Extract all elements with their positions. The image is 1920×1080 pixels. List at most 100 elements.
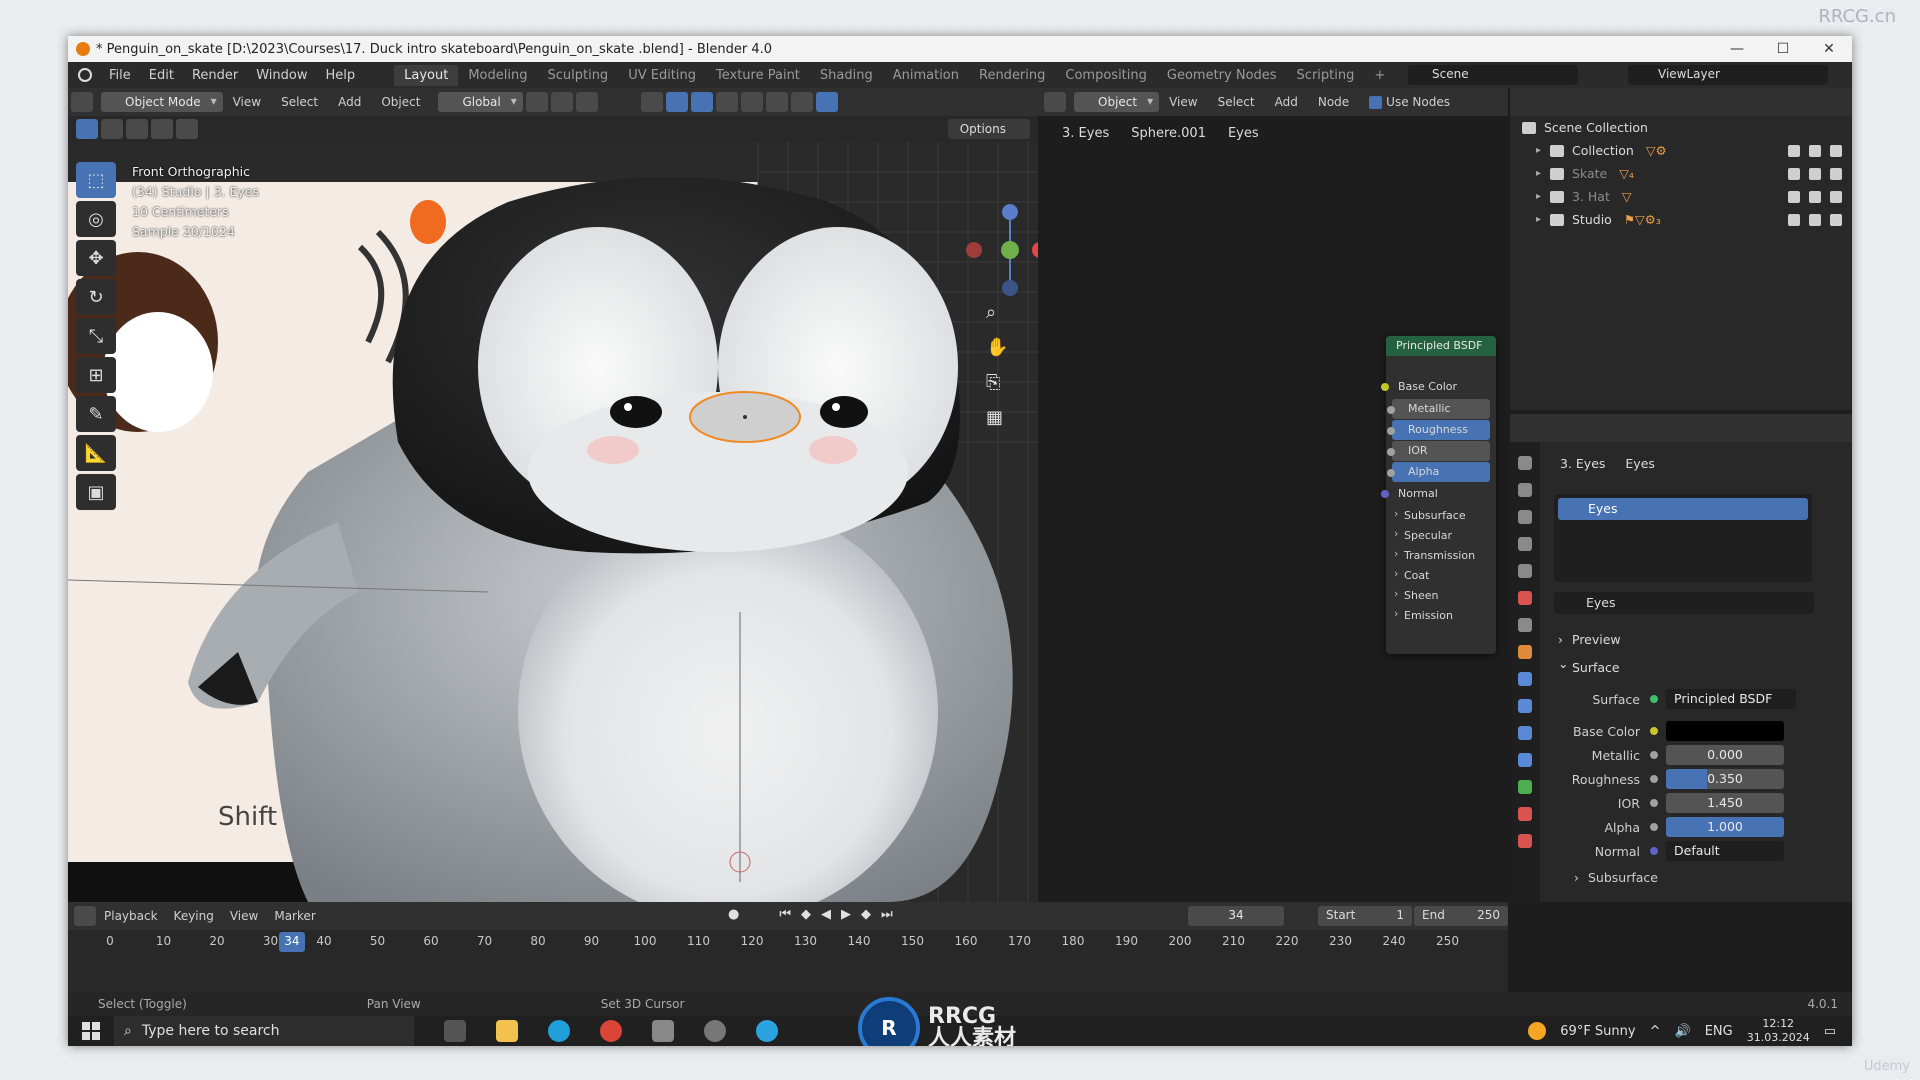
menu-edit[interactable]: Edit — [140, 68, 183, 83]
zoom-icon[interactable]: ⌕ — [986, 302, 1008, 323]
frame-ruler[interactable]: 0 10 20 30 40 50 60 70 80 90 100 110 120 130 140 150 160… — [68, 932, 1508, 954]
close-button[interactable]: ✕ — [1806, 41, 1852, 57]
end-frame-field[interactable]: End 250 — [1414, 906, 1508, 926]
blender-logo-icon[interactable] — [78, 68, 92, 82]
edge-icon[interactable] — [548, 1020, 570, 1042]
tab-animation[interactable]: Animation — [883, 65, 969, 86]
maximize-button[interactable]: ☐ — [1760, 41, 1806, 57]
node-input-alpha[interactable]: Alpha — [1387, 462, 1490, 482]
weather-sun-icon[interactable] — [1528, 1022, 1547, 1040]
checkbox-icon[interactable] — [1788, 167, 1800, 180]
prop-value-field[interactable]: 0.000 — [1666, 745, 1784, 765]
transform-tool-icon[interactable]: ⊞ — [76, 357, 116, 393]
material-tab-icon[interactable] — [1518, 807, 1532, 821]
cursor-tool-icon[interactable]: ◎ — [76, 201, 116, 237]
node-socket-icon[interactable] — [1387, 448, 1395, 456]
checkbox-icon[interactable] — [1788, 190, 1800, 203]
node-input-subsurface[interactable]: Subsurface — [1386, 505, 1496, 525]
timeline-menu-view[interactable]: View — [222, 909, 266, 923]
eye-icon[interactable] — [1809, 190, 1821, 203]
select-tool-icon[interactable]: ⬚ — [76, 162, 116, 198]
tab-modeling[interactable]: Modeling — [458, 65, 537, 86]
settings-icon[interactable] — [704, 1020, 726, 1042]
taskbar-search[interactable]: ⌕ Type here to search — [114, 1016, 414, 1046]
camera-view-icon[interactable]: ⎘ — [986, 372, 1008, 393]
outliner-row-3-hat[interactable]: ▸ 3. Hat ▽ — [1510, 185, 1852, 208]
socket-icon[interactable] — [1650, 847, 1658, 855]
particles-tab-icon[interactable] — [1518, 699, 1532, 713]
output-tab-icon[interactable] — [1518, 510, 1532, 524]
play-reverse-icon[interactable]: ◀ — [821, 907, 831, 922]
record-icon[interactable]: ● — [728, 907, 739, 922]
current-frame-field[interactable]: 34 — [1188, 906, 1284, 926]
node-input-transmission[interactable]: Transmission — [1386, 545, 1496, 565]
move-tool-icon[interactable]: ✥ — [76, 240, 116, 276]
visibility-icon[interactable] — [640, 92, 663, 112]
select-extend-icon[interactable] — [101, 119, 123, 139]
playhead[interactable]: 34 — [278, 932, 305, 952]
node-socket-icon[interactable] — [1387, 406, 1395, 414]
data-tab-icon[interactable] — [1518, 780, 1532, 794]
node-title[interactable]: Principled BSDF — [1386, 336, 1496, 356]
camera-icon[interactable] — [1830, 144, 1842, 157]
render-tab-icon[interactable] — [1518, 483, 1532, 497]
next-keyframe-icon[interactable]: ◆ — [861, 907, 871, 922]
task-view-icon[interactable] — [444, 1020, 466, 1042]
prop-value-field[interactable]: 1.450 — [1666, 793, 1784, 813]
gizmo-toggle-icon[interactable] — [665, 92, 688, 112]
start-frame-field[interactable]: Start 1 — [1318, 906, 1412, 926]
select-invert-icon[interactable] — [151, 119, 173, 139]
socket-icon[interactable] — [1650, 751, 1658, 759]
volume-icon[interactable]: 🔊 — [1675, 1024, 1691, 1039]
preview-panel-header[interactable]: Preview — [1554, 632, 1621, 647]
camera-icon[interactable] — [1830, 167, 1842, 180]
outliner-row-skate[interactable]: ▸ Skate ▽₄ — [1510, 162, 1852, 185]
viewport-menu-object[interactable]: Object — [371, 95, 430, 109]
node-socket-icon[interactable] — [1381, 383, 1389, 391]
viewport-menu-add[interactable]: Add — [328, 95, 371, 109]
viewport-menu-view[interactable]: View — [223, 95, 271, 109]
socket-icon[interactable] — [1650, 823, 1658, 831]
view-layer-tab-icon[interactable] — [1518, 537, 1532, 551]
outliner-row-collection[interactable]: ▸ Collection ▽⚙ — [1510, 139, 1852, 162]
3d-viewport[interactable]: ⬚ ◎ ✥ ↻ ⤡ ⊞ ✎ 📐 ▣ Front Orthographic (34… — [68, 142, 1038, 902]
viewport-menu-select[interactable]: Select — [271, 95, 328, 109]
tab-layout[interactable]: Layout — [394, 64, 459, 86]
modifier-tab-icon[interactable] — [1518, 672, 1532, 686]
node-socket-icon[interactable] — [1387, 427, 1395, 435]
socket-icon[interactable] — [1650, 727, 1658, 735]
scene-selector[interactable]: Scene — [1408, 65, 1578, 85]
node-input-normal[interactable]: Normal — [1381, 483, 1496, 505]
eye-icon[interactable] — [1809, 144, 1821, 157]
shading-wireframe-icon[interactable] — [740, 92, 763, 112]
weather-text[interactable]: 69°F Sunny — [1560, 1024, 1635, 1039]
prop-value-field[interactable]: Default — [1666, 841, 1784, 861]
node-input-sheen[interactable]: Sheen — [1386, 585, 1496, 605]
pivot-icon[interactable] — [525, 92, 548, 112]
node-input-base-color[interactable]: Base Color — [1381, 376, 1496, 398]
node-menu-node[interactable]: Node — [1308, 95, 1359, 109]
node-input-roughness[interactable]: Roughness — [1387, 420, 1490, 440]
shading-material-icon[interactable] — [790, 92, 813, 112]
expand-arrow-icon[interactable]: ▸ — [1536, 214, 1550, 225]
node-editor-type-icon[interactable] — [1044, 92, 1066, 112]
prev-keyframe-icon[interactable]: ◆ — [801, 907, 811, 922]
prop-value-field[interactable] — [1666, 721, 1784, 741]
surface-panel-header[interactable]: Surface — [1554, 656, 1620, 675]
shading-solid-icon[interactable] — [765, 92, 788, 112]
scale-tool-icon[interactable]: ⤡ — [76, 318, 116, 354]
checkbox-icon[interactable] — [1788, 213, 1800, 226]
tray-chevron-icon[interactable]: ^ — [1650, 1024, 1661, 1039]
timeline-editor-type-icon[interactable] — [74, 906, 96, 926]
collection-tab-icon[interactable] — [1518, 618, 1532, 632]
chrome-icon[interactable] — [600, 1020, 622, 1042]
transform-orientation-dropdown[interactable]: Global — [438, 92, 523, 112]
shader-node-editor[interactable]: 3. Eyes Sphere.001 Eyes Principled BSDF … — [1038, 116, 1508, 902]
minimize-button[interactable]: — — [1714, 41, 1760, 57]
select-intersect-icon[interactable] — [176, 119, 198, 139]
physics-tab-icon[interactable] — [1518, 726, 1532, 740]
menu-window[interactable]: Window — [247, 68, 316, 83]
node-input-coat[interactable]: Coat — [1386, 565, 1496, 585]
tool-tab-icon[interactable] — [1518, 456, 1532, 470]
node-menu-add[interactable]: Add — [1265, 95, 1308, 109]
